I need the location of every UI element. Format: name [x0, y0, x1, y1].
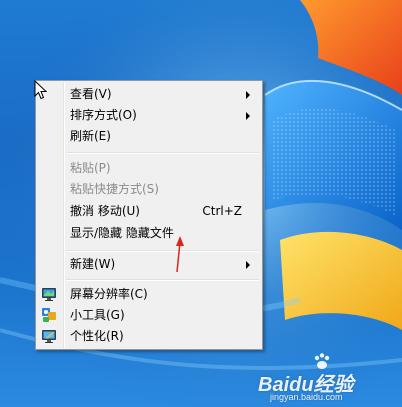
submenu-arrow-icon	[246, 261, 250, 269]
menu-item-label: 显示/隐藏 隐藏文件	[70, 226, 174, 240]
desktop-context-menu: 查看(V) 排序方式(O) 刷新(E) 粘贴(P) 粘贴快捷方式(S) 撤消 移…	[35, 80, 263, 350]
menu-item-label: 新建(W)	[70, 257, 116, 271]
mouse-pointer-icon	[34, 80, 48, 100]
menu-item-label: 粘贴(P)	[70, 161, 111, 175]
submenu-arrow-icon	[246, 112, 250, 120]
menu-item-paste-shortcut[interactable]: 粘贴快捷方式(S)	[38, 179, 260, 199]
personalize-icon	[42, 330, 56, 343]
menu-item-label: 撤消 移动(U)	[70, 204, 140, 218]
menu-item-label: 排序方式(O)	[70, 108, 137, 122]
desktop-background[interactable]: 查看(V) 排序方式(O) 刷新(E) 粘贴(P) 粘贴快捷方式(S) 撤消 移…	[0, 0, 402, 407]
menu-item-refresh[interactable]: 刷新(E)	[38, 126, 260, 146]
menu-separator	[66, 250, 259, 252]
menu-item-label: 刷新(E)	[70, 129, 111, 143]
menu-item-screen-resolution[interactable]: 屏幕分辨率(C)	[38, 284, 260, 304]
menu-item-view[interactable]: 查看(V)	[38, 84, 260, 104]
menu-item-shortcut: Ctrl+Z	[202, 204, 242, 218]
menu-item-new[interactable]: 新建(W)	[38, 254, 260, 274]
menu-item-label: 屏幕分辨率(C)	[70, 287, 148, 301]
submenu-arrow-icon	[246, 91, 250, 99]
menu-item-personalize[interactable]: 个性化(R)	[38, 326, 260, 346]
screen-resolution-icon	[42, 288, 56, 301]
menu-separator	[66, 152, 259, 154]
baidu-jingyan-watermark: Baidu经验 jingyan.baidu.com	[258, 352, 398, 402]
menu-item-undo-move[interactable]: 撤消 移动(U) Ctrl+Z	[38, 201, 260, 221]
menu-item-label: 小工具(G)	[70, 308, 125, 322]
menu-item-label: 查看(V)	[70, 87, 112, 101]
menu-item-label: 粘贴快捷方式(S)	[70, 182, 159, 196]
menu-item-paste[interactable]: 粘贴(P)	[38, 158, 260, 178]
menu-item-toggle-hidden-files[interactable]: 显示/隐藏 隐藏文件	[38, 223, 260, 243]
menu-item-sort-by[interactable]: 排序方式(O)	[38, 105, 260, 125]
menu-item-gadgets[interactable]: 小工具(G)	[38, 305, 260, 325]
menu-item-label: 个性化(R)	[70, 329, 124, 343]
watermark-url: jingyan.baidu.com	[270, 392, 343, 402]
gadgets-icon	[42, 308, 56, 322]
menu-separator	[66, 279, 259, 281]
